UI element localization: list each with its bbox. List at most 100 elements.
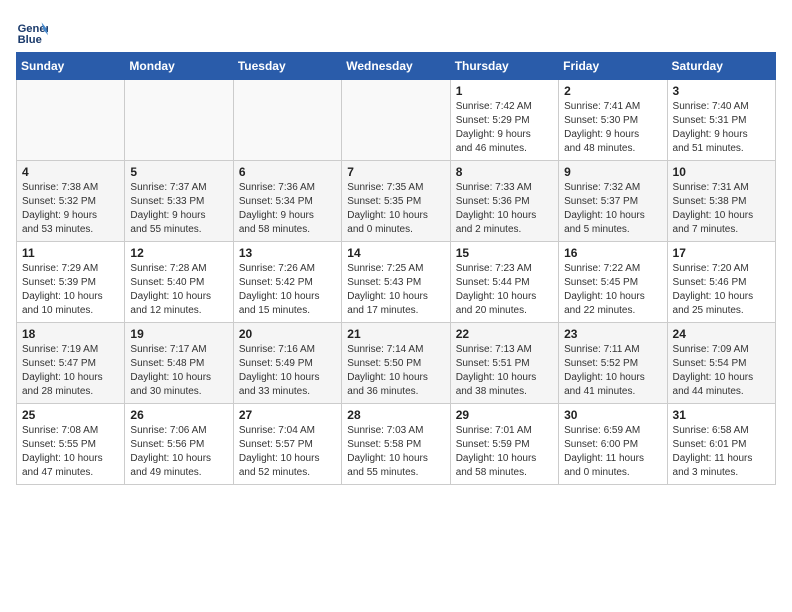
day-number: 17 (673, 246, 770, 260)
day-number: 7 (347, 165, 444, 179)
calendar-cell: 29 Sunrise: 7:01 AM Sunset: 5:59 PM Dayli… (450, 404, 558, 485)
calendar-cell: 5 Sunrise: 7:37 AM Sunset: 5:33 PM Daylig… (125, 161, 233, 242)
day-info: Sunrise: 7:38 AM Sunset: 5:32 PM Dayligh… (22, 181, 119, 237)
day-info: Sunrise: 7:42 AM Sunset: 5:29 PM Dayligh… (456, 100, 553, 156)
calendar-week-row: 25 Sunrise: 7:08 AM Sunset: 5:55 PM Dayli… (17, 404, 776, 485)
day-number: 20 (239, 327, 336, 341)
day-info: Sunrise: 7:25 AM Sunset: 5:43 PM Dayligh… (347, 262, 444, 318)
calendar-cell: 30 Sunrise: 6:59 AM Sunset: 6:00 PM Dayli… (559, 404, 667, 485)
calendar-cell: 12 Sunrise: 7:28 AM Sunset: 5:40 PM Dayli… (125, 242, 233, 323)
calendar-cell: 21 Sunrise: 7:14 AM Sunset: 5:50 PM Dayli… (342, 323, 450, 404)
calendar-cell: 6Sunrise: 7:36 AM Sunset: 5:34 PM Daylig… (233, 161, 341, 242)
weekday-header-wednesday: Wednesday (342, 53, 450, 80)
day-info: Sunrise: 6:59 AM Sunset: 6:00 PM Dayligh… (564, 424, 661, 480)
day-number: 16 (564, 246, 661, 260)
calendar-cell: 18 Sunrise: 7:19 AM Sunset: 5:47 PM Dayli… (17, 323, 125, 404)
day-info: Sunrise: 7:06 AM Sunset: 5:56 PM Dayligh… (130, 424, 227, 480)
calendar-cell: 7 Sunrise: 7:35 AM Sunset: 5:35 PM Daylig… (342, 161, 450, 242)
day-info: Sunrise: 7:36 AM Sunset: 5:34 PM Dayligh… (239, 181, 336, 237)
day-info: Sunrise: 7:20 AM Sunset: 5:46 PM Dayligh… (673, 262, 770, 318)
day-number: 5 (130, 165, 227, 179)
day-info: Sunrise: 7:23 AM Sunset: 5:44 PM Dayligh… (456, 262, 553, 318)
calendar-cell: 16 Sunrise: 7:22 AM Sunset: 5:45 PM Dayli… (559, 242, 667, 323)
calendar-cell (342, 80, 450, 161)
day-info: Sunrise: 7:11 AM Sunset: 5:52 PM Dayligh… (564, 343, 661, 399)
weekday-header-thursday: Thursday (450, 53, 558, 80)
calendar-table: SundayMondayTuesdayWednesdayThursdayFrid… (16, 52, 776, 485)
weekday-header-friday: Friday (559, 53, 667, 80)
day-info: Sunrise: 7:17 AM Sunset: 5:48 PM Dayligh… (130, 343, 227, 399)
day-number: 22 (456, 327, 553, 341)
day-info: Sunrise: 7:40 AM Sunset: 5:31 PM Dayligh… (673, 100, 770, 156)
calendar-cell: 17 Sunrise: 7:20 AM Sunset: 5:46 PM Dayli… (667, 242, 775, 323)
svg-text:Blue: Blue (18, 34, 42, 46)
calendar-cell: 1 Sunrise: 7:42 AM Sunset: 5:29 PM Daylig… (450, 80, 558, 161)
day-info: Sunrise: 7:35 AM Sunset: 5:35 PM Dayligh… (347, 181, 444, 237)
day-number: 18 (22, 327, 119, 341)
day-info: Sunrise: 7:32 AM Sunset: 5:37 PM Dayligh… (564, 181, 661, 237)
day-number: 24 (673, 327, 770, 341)
day-info: Sunrise: 7:09 AM Sunset: 5:54 PM Dayligh… (673, 343, 770, 399)
day-info: Sunrise: 7:19 AM Sunset: 5:47 PM Dayligh… (22, 343, 119, 399)
day-number: 12 (130, 246, 227, 260)
day-number: 19 (130, 327, 227, 341)
day-number: 25 (22, 408, 119, 422)
day-info: Sunrise: 7:41 AM Sunset: 5:30 PM Dayligh… (564, 100, 661, 156)
day-number: 4 (22, 165, 119, 179)
day-number: 3 (673, 84, 770, 98)
day-info: Sunrise: 7:16 AM Sunset: 5:49 PM Dayligh… (239, 343, 336, 399)
calendar-cell: 31 Sunrise: 6:58 AM Sunset: 6:01 PM Dayli… (667, 404, 775, 485)
weekday-header-monday: Monday (125, 53, 233, 80)
day-number: 10 (673, 165, 770, 179)
day-number: 23 (564, 327, 661, 341)
day-number: 27 (239, 408, 336, 422)
day-info: Sunrise: 7:04 AM Sunset: 5:57 PM Dayligh… (239, 424, 336, 480)
calendar-cell: 4 Sunrise: 7:38 AM Sunset: 5:32 PM Daylig… (17, 161, 125, 242)
day-info: Sunrise: 7:29 AM Sunset: 5:39 PM Dayligh… (22, 262, 119, 318)
day-number: 21 (347, 327, 444, 341)
calendar-week-row: 1 Sunrise: 7:42 AM Sunset: 5:29 PM Daylig… (17, 80, 776, 161)
day-number: 11 (22, 246, 119, 260)
calendar-cell: 10 Sunrise: 7:31 AM Sunset: 5:38 PM Dayli… (667, 161, 775, 242)
day-info: Sunrise: 7:14 AM Sunset: 5:50 PM Dayligh… (347, 343, 444, 399)
day-info: Sunrise: 7:08 AM Sunset: 5:55 PM Dayligh… (22, 424, 119, 480)
day-number: 31 (673, 408, 770, 422)
calendar-header: General Blue (16, 16, 776, 48)
logo-icon: General Blue (16, 16, 48, 48)
calendar-cell: 23 Sunrise: 7:11 AM Sunset: 5:52 PM Dayli… (559, 323, 667, 404)
calendar-cell: 15 Sunrise: 7:23 AM Sunset: 5:44 PM Dayli… (450, 242, 558, 323)
day-info: Sunrise: 6:58 AM Sunset: 6:01 PM Dayligh… (673, 424, 770, 480)
day-info: Sunrise: 7:26 AM Sunset: 5:42 PM Dayligh… (239, 262, 336, 318)
weekday-header-saturday: Saturday (667, 53, 775, 80)
day-number: 28 (347, 408, 444, 422)
calendar-week-row: 18 Sunrise: 7:19 AM Sunset: 5:47 PM Dayli… (17, 323, 776, 404)
day-info: Sunrise: 7:37 AM Sunset: 5:33 PM Dayligh… (130, 181, 227, 237)
day-info: Sunrise: 7:28 AM Sunset: 5:40 PM Dayligh… (130, 262, 227, 318)
calendar-cell: 9Sunrise: 7:32 AM Sunset: 5:37 PM Daylig… (559, 161, 667, 242)
calendar-cell (233, 80, 341, 161)
day-number: 8 (456, 165, 553, 179)
day-number: 14 (347, 246, 444, 260)
day-number: 1 (456, 84, 553, 98)
calendar-week-row: 11 Sunrise: 7:29 AM Sunset: 5:39 PM Dayli… (17, 242, 776, 323)
day-number: 2 (564, 84, 661, 98)
day-info: Sunrise: 7:22 AM Sunset: 5:45 PM Dayligh… (564, 262, 661, 318)
calendar-cell (125, 80, 233, 161)
day-number: 15 (456, 246, 553, 260)
day-info: Sunrise: 7:01 AM Sunset: 5:59 PM Dayligh… (456, 424, 553, 480)
weekday-header-sunday: Sunday (17, 53, 125, 80)
calendar-week-row: 4 Sunrise: 7:38 AM Sunset: 5:32 PM Daylig… (17, 161, 776, 242)
calendar-cell: 22 Sunrise: 7:13 AM Sunset: 5:51 PM Dayli… (450, 323, 558, 404)
weekday-header-tuesday: Tuesday (233, 53, 341, 80)
day-number: 30 (564, 408, 661, 422)
day-number: 29 (456, 408, 553, 422)
calendar-cell: 13Sunrise: 7:26 AM Sunset: 5:42 PM Dayli… (233, 242, 341, 323)
weekday-header-row: SundayMondayTuesdayWednesdayThursdayFrid… (17, 53, 776, 80)
day-info: Sunrise: 7:31 AM Sunset: 5:38 PM Dayligh… (673, 181, 770, 237)
calendar-cell: 3 Sunrise: 7:40 AM Sunset: 5:31 PM Daylig… (667, 80, 775, 161)
day-info: Sunrise: 7:13 AM Sunset: 5:51 PM Dayligh… (456, 343, 553, 399)
calendar-cell: 28Sunrise: 7:03 AM Sunset: 5:58 PM Dayli… (342, 404, 450, 485)
calendar-cell (17, 80, 125, 161)
calendar-cell: 19 Sunrise: 7:17 AM Sunset: 5:48 PM Dayli… (125, 323, 233, 404)
calendar-cell: 8Sunrise: 7:33 AM Sunset: 5:36 PM Daylig… (450, 161, 558, 242)
